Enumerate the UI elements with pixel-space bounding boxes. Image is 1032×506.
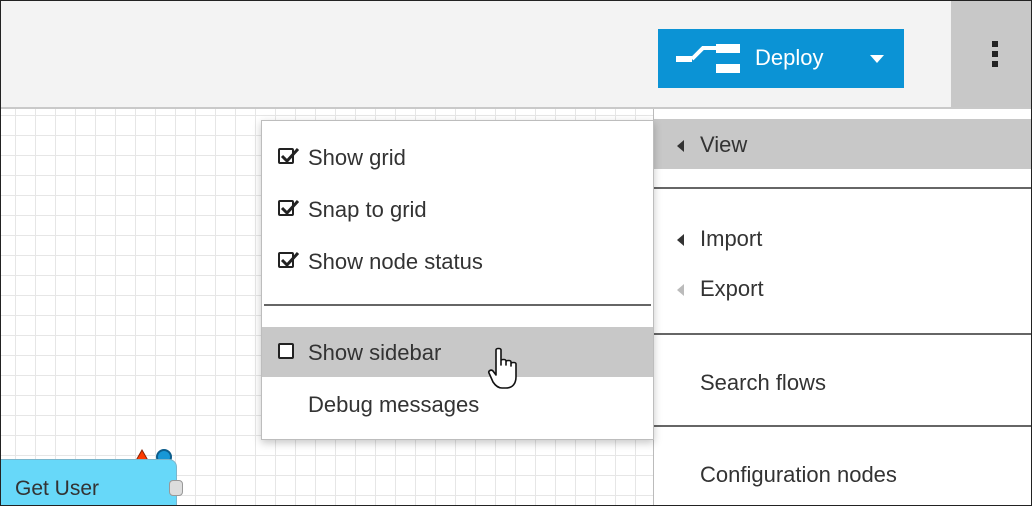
menu-item-configuration-nodes[interactable]: Configuration nodes: [654, 449, 1031, 499]
submenu-divider: [264, 304, 651, 306]
deploy-button[interactable]: Deploy: [658, 29, 904, 88]
menu-item-export[interactable]: Export: [654, 263, 1031, 313]
submenu-item-label: Show node status: [308, 249, 483, 274]
submenu-item-label: Debug messages: [308, 392, 480, 417]
node-label: Get User: [15, 477, 100, 500]
view-submenu: Show grid Snap to grid Show node status …: [261, 120, 654, 440]
menu-item-label: Configuration nodes: [700, 462, 897, 487]
submenu-item-snap-to-grid[interactable]: Snap to grid: [262, 184, 653, 234]
chevron-down-icon[interactable]: [870, 55, 884, 63]
menu-item-view[interactable]: View: [654, 119, 1031, 169]
flow-node[interactable]: Get User: [1, 459, 177, 505]
submenu-item-label: Show grid: [308, 145, 406, 170]
header-bar: Deploy: [1, 1, 1031, 109]
checkbox-checked-icon: [278, 251, 299, 268]
menu-item-search-flows[interactable]: Search flows: [654, 357, 1031, 407]
main-menu: View Import Export Search flows Configur…: [653, 109, 1031, 505]
menu-item-label: Export: [700, 276, 764, 301]
submenu-item-show-sidebar[interactable]: Show sidebar: [262, 327, 653, 377]
caret-left-icon: [677, 284, 684, 296]
caret-left-icon: [677, 140, 684, 152]
deploy-icon: [676, 44, 740, 73]
menu-item-import[interactable]: Import: [654, 213, 1031, 263]
submenu-item-debug-messages[interactable]: Debug messages: [262, 379, 653, 429]
deploy-label: Deploy: [755, 45, 824, 70]
hand-pointer-icon: [488, 347, 517, 389]
caret-left-icon: [677, 234, 684, 246]
main-menu-button[interactable]: [951, 1, 1031, 107]
menu-divider: [654, 187, 1031, 189]
menu-divider: [654, 425, 1031, 427]
checkbox-checked-icon: [278, 147, 299, 164]
menu-item-label: View: [700, 132, 748, 157]
checkbox-checked-icon: [278, 199, 299, 216]
menu-divider: [654, 333, 1031, 335]
checkbox-unchecked-icon: [278, 343, 294, 359]
submenu-item-show-grid[interactable]: Show grid: [262, 132, 653, 182]
editor-window: Deploy Get User View Import Export Searc…: [0, 0, 1032, 506]
submenu-item-show-node-status[interactable]: Show node status: [262, 236, 653, 286]
output-port[interactable]: [169, 480, 183, 496]
submenu-item-label: Show sidebar: [308, 340, 442, 365]
menu-item-label: Import: [700, 226, 763, 251]
submenu-item-label: Snap to grid: [308, 197, 427, 222]
menu-item-label: Search flows: [700, 370, 826, 395]
